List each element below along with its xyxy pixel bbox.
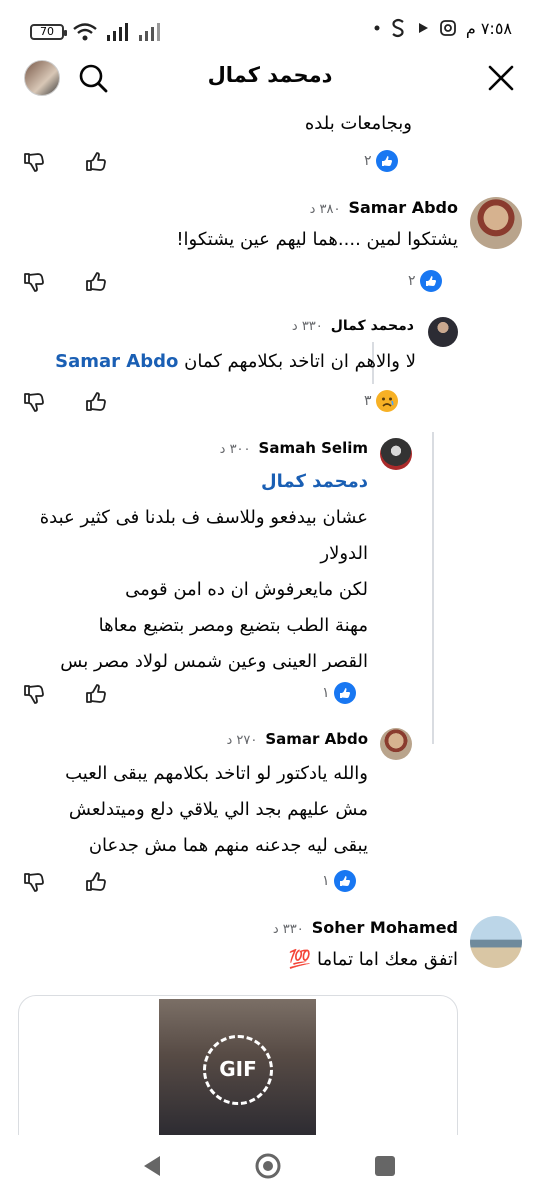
comment-actions	[22, 150, 108, 174]
system-nav-bar	[0, 1135, 540, 1199]
comment-time: ٣٨٠ د	[309, 202, 341, 217]
status-bar: 70 ٧:٥٨ م	[0, 0, 540, 60]
comment-actions	[22, 870, 108, 894]
reaction-count[interactable]: ٢	[364, 150, 398, 172]
dislike-icon[interactable]	[22, 390, 46, 414]
comment-time: ٢٧٠ د	[226, 733, 258, 748]
comment-time: ٣٠٠ د	[219, 442, 251, 457]
page-title: دمحمد كمال	[207, 63, 333, 87]
avatar[interactable]	[380, 438, 412, 470]
dislike-icon[interactable]	[22, 270, 46, 294]
gif-label: GIF	[219, 1057, 257, 1081]
comment-time: ٣٣٠ د	[272, 922, 304, 937]
instagram-icon	[439, 20, 456, 36]
home-icon[interactable]	[253, 1151, 283, 1181]
comment-text: اتفق معك اما تماما 💯	[288, 949, 458, 970]
avatar[interactable]	[428, 317, 458, 347]
comment-text: وبجامعات بلده	[304, 113, 412, 134]
comment-header: Samar Abdo ٣٨٠ د	[310, 198, 458, 217]
comment-text: دمحمد كمال عشان بيدفعو وللاسف ف بلدنا فى…	[8, 464, 368, 680]
back-icon[interactable]	[138, 1151, 168, 1181]
battery-icon: 70	[30, 24, 67, 40]
like-icon[interactable]	[84, 150, 108, 174]
status-time: ٧:٥٨ م	[465, 18, 512, 38]
comment-text: لا والاهم ان اتاخد بكلامهم كمان Samar Ab…	[55, 351, 416, 372]
comment-actions	[22, 270, 108, 294]
comment-thread: وبجامعات بلده ٢ Samar Abdo ٣٨٠ د يشتكوا …	[0, 100, 540, 1135]
comment-actions	[22, 682, 108, 706]
avatar[interactable]	[470, 197, 522, 249]
author-name[interactable]: دمحمد كمال	[331, 318, 414, 334]
avatar[interactable]	[470, 916, 522, 968]
comment-actions	[22, 390, 108, 414]
dislike-icon[interactable]	[22, 150, 46, 174]
like-reaction-icon	[375, 150, 398, 172]
comment-header: Soher Mohamed ٣٣٠ د	[273, 918, 458, 937]
dislike-icon[interactable]	[22, 682, 46, 706]
avatar[interactable]	[380, 728, 412, 760]
recents-icon[interactable]	[370, 1151, 400, 1181]
play-icon	[418, 23, 428, 33]
comment-header: Samar Abdo ٢٧٠ د	[226, 730, 368, 748]
mention-link[interactable]: Samar Abdo	[55, 351, 178, 372]
reply-thread-line-2	[432, 432, 434, 744]
like-reaction-icon	[333, 682, 356, 704]
comment-header: دمحمد كمال ٣٣٠ د	[292, 318, 414, 334]
reaction-count[interactable]: ٢	[408, 270, 442, 292]
s-icon	[392, 18, 404, 38]
like-reaction-icon	[333, 870, 356, 892]
gif-image[interactable]: GIF	[159, 999, 316, 1135]
header: دمحمد كمال	[0, 55, 540, 101]
comment-text: يشتكوا لمين ....هما ليهم عين يشتكوا!	[176, 229, 458, 250]
comment-text: والله يادكتور لو اتاخد بكلامهم يبقى العي…	[65, 763, 368, 856]
comment-header: Samah Selim ٣٠٠ د	[220, 439, 368, 457]
author-name[interactable]: Soher Mohamed	[312, 918, 458, 937]
author-name[interactable]: Samar Abdo	[265, 730, 368, 748]
reaction-count[interactable]: ٣	[364, 390, 398, 412]
dot-icon	[374, 25, 380, 31]
reaction-count[interactable]: ١	[322, 682, 356, 704]
dislike-icon[interactable]	[22, 870, 46, 894]
like-reaction-icon	[419, 270, 442, 292]
wifi-icon	[73, 23, 97, 41]
like-icon[interactable]	[84, 870, 108, 894]
like-icon[interactable]	[84, 390, 108, 414]
signal-icon	[107, 23, 128, 41]
like-icon[interactable]	[84, 682, 108, 706]
signal-icon-2	[139, 23, 160, 41]
reaction-count[interactable]: ١	[322, 870, 356, 892]
status-right: ٧:٥٨ م	[374, 18, 512, 38]
gif-attachment[interactable]: GIF	[18, 995, 458, 1135]
author-name[interactable]: Samar Abdo	[348, 198, 458, 217]
sad-reaction-icon	[375, 390, 398, 412]
status-left: 70	[30, 22, 162, 42]
author-name[interactable]: Samah Selim	[259, 439, 368, 457]
close-icon[interactable]	[484, 61, 518, 95]
mention-link[interactable]: دمحمد كمال	[8, 464, 368, 500]
comment-time: ٣٣٠ د	[291, 319, 323, 334]
like-icon[interactable]	[84, 270, 108, 294]
